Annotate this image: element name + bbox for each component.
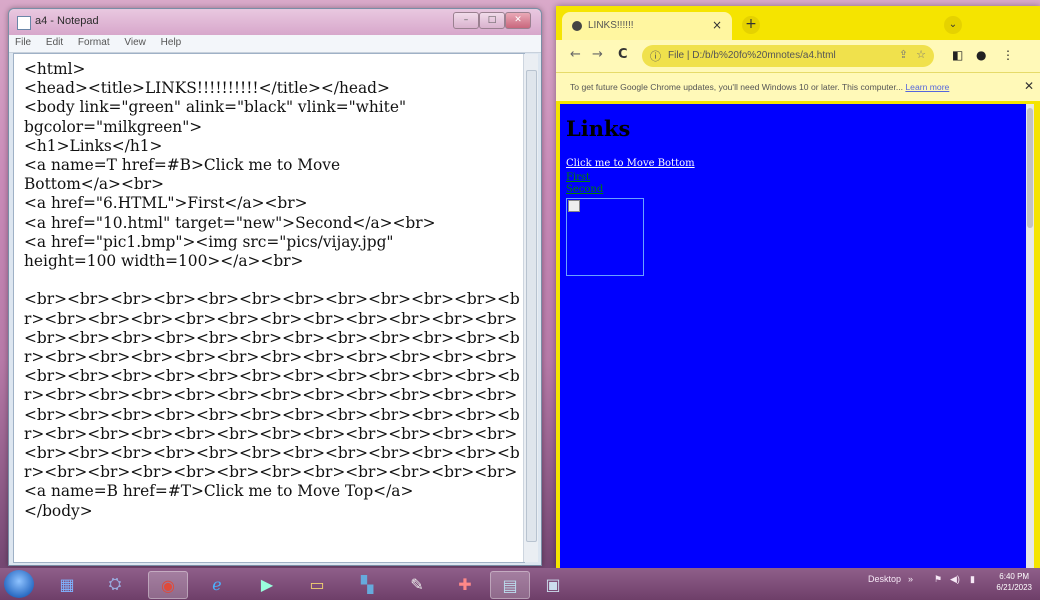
page-scrollbar[interactable]	[1026, 104, 1034, 568]
reload-icon[interactable]: C	[618, 47, 628, 62]
link-first[interactable]: First	[566, 172, 590, 183]
notepad-content[interactable]: <html> <head><title>LINKS!!!!!!!!!!</tit…	[24, 60, 520, 521]
windows-icon[interactable]: ▚	[348, 571, 386, 597]
menu-edit[interactable]: Edit	[46, 37, 63, 48]
bookmark-star-icon[interactable]: ☆	[916, 48, 926, 61]
tray-expand-icon[interactable]: »	[908, 574, 913, 584]
desktop-toolbar-label[interactable]: Desktop	[868, 574, 901, 584]
notepad-icon	[17, 16, 31, 30]
new-tab-button[interactable]: +	[742, 16, 760, 34]
menu-help[interactable]: Help	[161, 37, 182, 48]
media-player-icon[interactable]: ▶	[248, 571, 286, 597]
tab-title: LINKS!!!!!!	[588, 20, 634, 31]
minimize-button[interactable]: –	[453, 12, 479, 29]
tool-icon[interactable]: ✚	[446, 571, 484, 597]
menu-view[interactable]: View	[124, 37, 146, 48]
clock-date: 6/21/2023	[996, 583, 1032, 592]
link-second[interactable]: Second	[566, 184, 603, 195]
taskbar: ▦ ⛭ ◉ ℯ ▶ ▭ ▚ ✎ ✚ ▤ ▣ Desktop » ⚑ ◀) ▮ 6…	[0, 568, 1040, 600]
page-viewport: Links Click me to Move Bottom First Seco…	[560, 104, 1034, 568]
infobar-close-icon[interactable]: ✕	[1024, 79, 1034, 93]
chrome-tabstrip: LINKS!!!!!! × + ⌄	[556, 6, 1040, 40]
internet-explorer-icon[interactable]: ℯ	[198, 571, 236, 597]
paint-icon[interactable]: ✎	[398, 571, 436, 597]
notepad-menubar: File Edit Format View Help	[9, 35, 541, 53]
notepad-scrollbar[interactable]	[523, 54, 538, 562]
start-button[interactable]	[4, 570, 34, 598]
broken-image-icon	[568, 200, 580, 212]
info-icon[interactable]: ⓘ	[650, 48, 661, 64]
notepad-taskbar-icon[interactable]: ▤	[490, 571, 530, 599]
menu-format[interactable]: Format	[78, 37, 110, 48]
link-move-bottom[interactable]: Click me to Move Bottom	[566, 158, 695, 169]
forward-icon[interactable]: →	[592, 47, 603, 62]
network-icon[interactable]: ⛭	[96, 571, 134, 597]
clock[interactable]: 6:40 PM 6/21/2023	[996, 571, 1032, 593]
learn-more-link[interactable]: Learn more	[905, 82, 949, 92]
sidepanel-icon[interactable]: ◧	[952, 48, 963, 62]
chrome-toolbar: ← → C ⓘ File | D:/b/b%20fo%20mnotes/a4.h…	[556, 40, 1040, 72]
browser-tab[interactable]: LINKS!!!!!! ×	[562, 12, 732, 40]
update-infobar: To get future Google Chrome updates, you…	[556, 72, 1040, 101]
chrome-window: LINKS!!!!!! × + ⌄ ← → C ⓘ File | D:/b/b%…	[556, 6, 1040, 568]
share-icon[interactable]: ⇪	[899, 48, 908, 61]
notepad-titlebar[interactable]: a4 - Notepad – □ ✕	[9, 9, 541, 35]
tab-close-icon[interactable]: ×	[712, 18, 722, 32]
maximize-button[interactable]: □	[479, 12, 505, 29]
explorer-icon[interactable]: ▦	[48, 571, 86, 597]
close-button[interactable]: ✕	[505, 12, 531, 29]
address-url[interactable]: File | D:/b/b%20fo%20mnotes/a4.html	[668, 50, 836, 61]
page-scroll-thumb[interactable]	[1027, 108, 1033, 228]
notepad-title: a4 - Notepad	[35, 15, 99, 27]
flag-icon[interactable]: ⚑	[934, 574, 942, 585]
notepad-editor[interactable]: <html> <head><title>LINKS!!!!!!!!!!</tit…	[13, 53, 538, 563]
address-bar[interactable]: ⓘ File | D:/b/b%20fo%20mnotes/a4.html ⇪ …	[642, 45, 934, 67]
screen-icon[interactable]: ▣	[534, 571, 572, 597]
update-message: To get future Google Chrome updates, you…	[570, 82, 950, 92]
profile-icon[interactable]: ●	[976, 48, 986, 62]
clock-time: 6:40 PM	[999, 572, 1030, 581]
notepad-window: a4 - Notepad – □ ✕ File Edit Format View…	[8, 8, 542, 566]
chrome-icon[interactable]: ◉	[148, 571, 188, 599]
folder-icon[interactable]: ▭	[298, 571, 336, 597]
back-icon[interactable]: ←	[570, 47, 581, 62]
volume-icon[interactable]: ◀)	[950, 574, 960, 585]
notepad-scroll-thumb[interactable]	[526, 70, 537, 542]
globe-icon	[572, 21, 582, 31]
tab-search-button[interactable]: ⌄	[944, 16, 962, 34]
network-tray-icon[interactable]: ▮	[970, 574, 975, 585]
kebab-menu-icon[interactable]: ⋮	[1002, 48, 1014, 62]
broken-image-link[interactable]	[566, 198, 644, 276]
menu-file[interactable]: File	[15, 37, 31, 48]
page-heading: Links	[566, 116, 631, 141]
